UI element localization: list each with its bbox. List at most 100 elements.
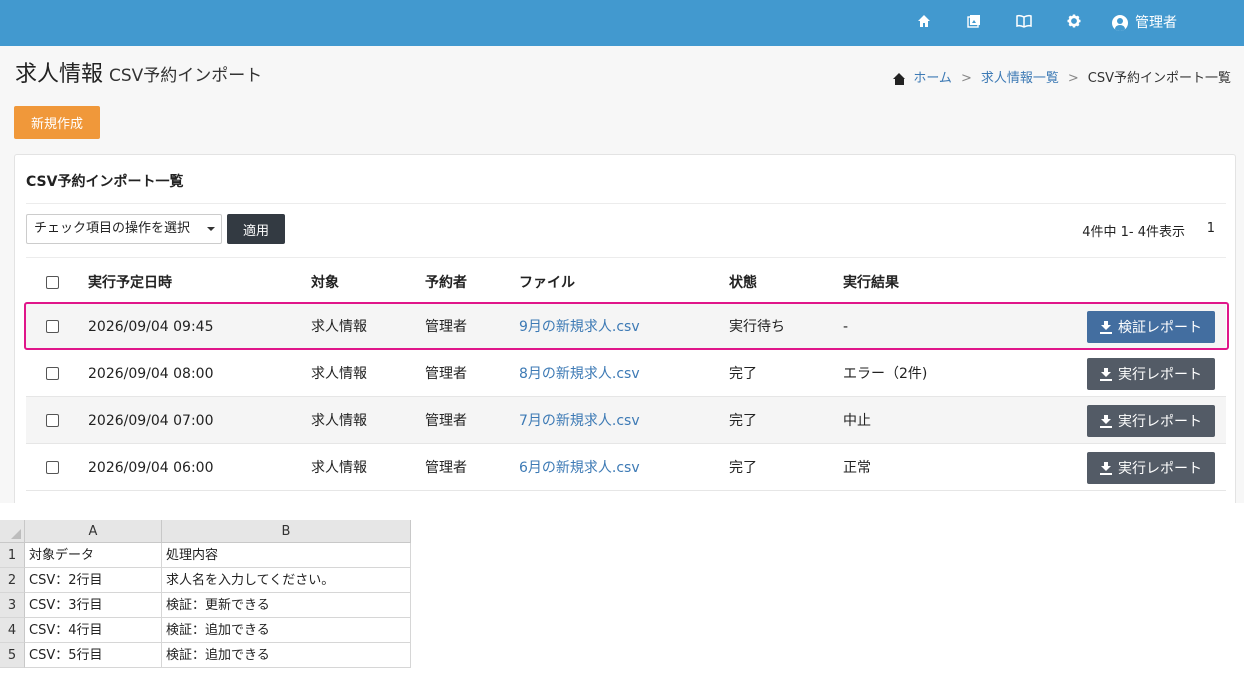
breadcrumb-home-link[interactable]: ホーム: [913, 70, 952, 88]
pagination-page-1[interactable]: 1: [1207, 221, 1215, 236]
row-header: 5: [0, 643, 25, 668]
execution-report-label: 実行レポート: [1118, 367, 1202, 383]
user-menu[interactable]: 管理者: [1112, 12, 1177, 34]
row-header: 1: [0, 543, 25, 568]
column-header-a: A: [25, 520, 162, 543]
card-title: CSV予約インポート一覧: [26, 174, 184, 190]
cell-reserver: 管理者: [425, 413, 467, 429]
sheet-cell: 検証：追加できる: [162, 618, 411, 643]
cell-scheduled: 2026/09/04 06:00: [88, 460, 214, 476]
breadcrumb-list-link[interactable]: 求人情報一覧: [981, 70, 1059, 88]
cell-scheduled: 2026/09/04 08:00: [88, 366, 214, 382]
execution-report-button[interactable]: 実行レポート: [1087, 358, 1215, 390]
breadcrumb-home-icon: [893, 73, 906, 85]
table-row: 2026/09/04 08:00 求人情報 管理者 8月の新規求人.csv 完了…: [26, 350, 1226, 397]
row-header: 2: [0, 568, 25, 593]
sheet-cell: CSV：3行目: [25, 593, 162, 618]
breadcrumb-separator: >: [1067, 71, 1079, 86]
sheet-cell: CSV：4行目: [25, 618, 162, 643]
col-header-file: ファイル: [519, 275, 575, 291]
breadcrumb-separator: >: [960, 71, 972, 86]
page-title: 求人情報 CSV予約インポート: [15, 60, 262, 91]
cell-result: -: [843, 319, 849, 335]
execution-report-label: 実行レポート: [1118, 414, 1202, 430]
sheet-cell: 求人名を入力してください。: [162, 568, 411, 593]
page-subtitle: CSV予約インポート: [109, 66, 263, 86]
result-count: 4件中 1- 4件表示: [1082, 225, 1185, 240]
column-header-b: B: [162, 520, 411, 543]
cell-result: エラー（2件): [843, 366, 928, 382]
file-link[interactable]: 7月の新規求人.csv: [519, 413, 640, 429]
cell-result: 中止: [843, 413, 871, 429]
new-button[interactable]: 新規作成: [14, 106, 100, 139]
cell-status: 実行待ち: [729, 319, 785, 335]
download-icon: [1100, 320, 1112, 334]
download-icon: [1100, 461, 1112, 475]
sheet-cell: 検証：更新できる: [162, 593, 411, 618]
row-header: 4: [0, 618, 25, 643]
book-icon[interactable]: [1015, 14, 1033, 32]
file-link[interactable]: 6月の新規求人.csv: [519, 460, 640, 476]
row-checkbox[interactable]: [46, 320, 59, 333]
page-title-main: 求人情報: [15, 62, 104, 87]
select-all-checkbox[interactable]: [46, 276, 59, 289]
col-header-result: 実行結果: [843, 275, 899, 291]
row-checkbox[interactable]: [46, 414, 59, 427]
breadcrumb-current: CSV予約インポート一覧: [1087, 71, 1231, 86]
cell-scheduled: 2026/09/04 07:00: [88, 413, 214, 429]
cell-reserver: 管理者: [425, 319, 467, 335]
gear-icon[interactable]: [1065, 14, 1083, 32]
sheet-corner: [0, 520, 25, 543]
col-header-scheduled: 実行予定日時: [88, 275, 172, 291]
cell-result: 正常: [843, 460, 871, 476]
row-checkbox[interactable]: [46, 461, 59, 474]
user-name: 管理者: [1135, 15, 1177, 31]
row-divider: [26, 490, 1226, 491]
sheet-cell: 検証：追加できる: [162, 643, 411, 668]
execution-report-label: 実行レポート: [1118, 461, 1202, 477]
cell-status: 完了: [729, 366, 757, 382]
table-row: 2026/09/04 06:00 求人情報 管理者 6月の新規求人.csv 完了…: [26, 444, 1226, 491]
breadcrumb: ホーム > 求人情報一覧 > CSV予約インポート一覧: [893, 70, 1231, 88]
verify-report-label: 検証レポート: [1118, 320, 1202, 336]
bulk-action-label: チェック項目の操作を選択: [34, 221, 191, 236]
col-header-target: 対象: [311, 275, 339, 291]
cell-target: 求人情報: [311, 366, 367, 382]
divider: [26, 257, 1226, 258]
download-icon: [1100, 367, 1112, 381]
table-row: 2026/09/04 09:45 求人情報 管理者 9月の新規求人.csv 実行…: [26, 303, 1226, 350]
cell-status: 完了: [729, 413, 757, 429]
top-navbar: 管理者: [0, 0, 1244, 46]
col-header-reserver: 予約者: [425, 275, 467, 291]
cell-status: 完了: [729, 460, 757, 476]
execution-report-button[interactable]: 実行レポート: [1087, 452, 1215, 484]
import-list-card: CSV予約インポート一覧 チェック項目の操作を選択 適用 4件中 1- 4件表示…: [14, 154, 1236, 503]
cell-target: 求人情報: [311, 413, 367, 429]
row-header: 3: [0, 593, 25, 618]
download-icon: [1100, 414, 1112, 428]
sheet-cell: CSV：2行目: [25, 568, 162, 593]
cell-reserver: 管理者: [425, 366, 467, 382]
sheet-cell: CSV：5行目: [25, 643, 162, 668]
sheet-cell: 対象データ: [25, 543, 162, 568]
cell-target: 求人情報: [311, 319, 367, 335]
spreadsheet-excerpt: A B 1 対象データ 処理内容 2 CSV：2行目 求人名を入力してください。…: [0, 520, 411, 673]
file-link[interactable]: 8月の新規求人.csv: [519, 366, 640, 382]
user-avatar-icon: [1112, 15, 1128, 31]
cell-reserver: 管理者: [425, 460, 467, 476]
row-checkbox[interactable]: [46, 367, 59, 380]
home-icon[interactable]: [915, 14, 933, 32]
apply-button[interactable]: 適用: [227, 214, 285, 244]
verify-report-button[interactable]: 検証レポート: [1087, 311, 1215, 343]
col-header-status: 状態: [729, 275, 757, 291]
execution-report-button[interactable]: 実行レポート: [1087, 405, 1215, 437]
cell-scheduled: 2026/09/04 09:45: [88, 319, 214, 335]
gallery-icon[interactable]: [965, 14, 983, 32]
cell-target: 求人情報: [311, 460, 367, 476]
main-content: 求人情報 CSV予約インポート ホーム > 求人情報一覧 > CSV予約インポート…: [0, 46, 1244, 503]
divider: [26, 203, 1226, 204]
file-link[interactable]: 9月の新規求人.csv: [519, 319, 640, 335]
bulk-action-select[interactable]: チェック項目の操作を選択: [26, 214, 222, 244]
table-row: 2026/09/04 07:00 求人情報 管理者 7月の新規求人.csv 完了…: [26, 397, 1226, 444]
sheet-cell: 処理内容: [162, 543, 411, 568]
